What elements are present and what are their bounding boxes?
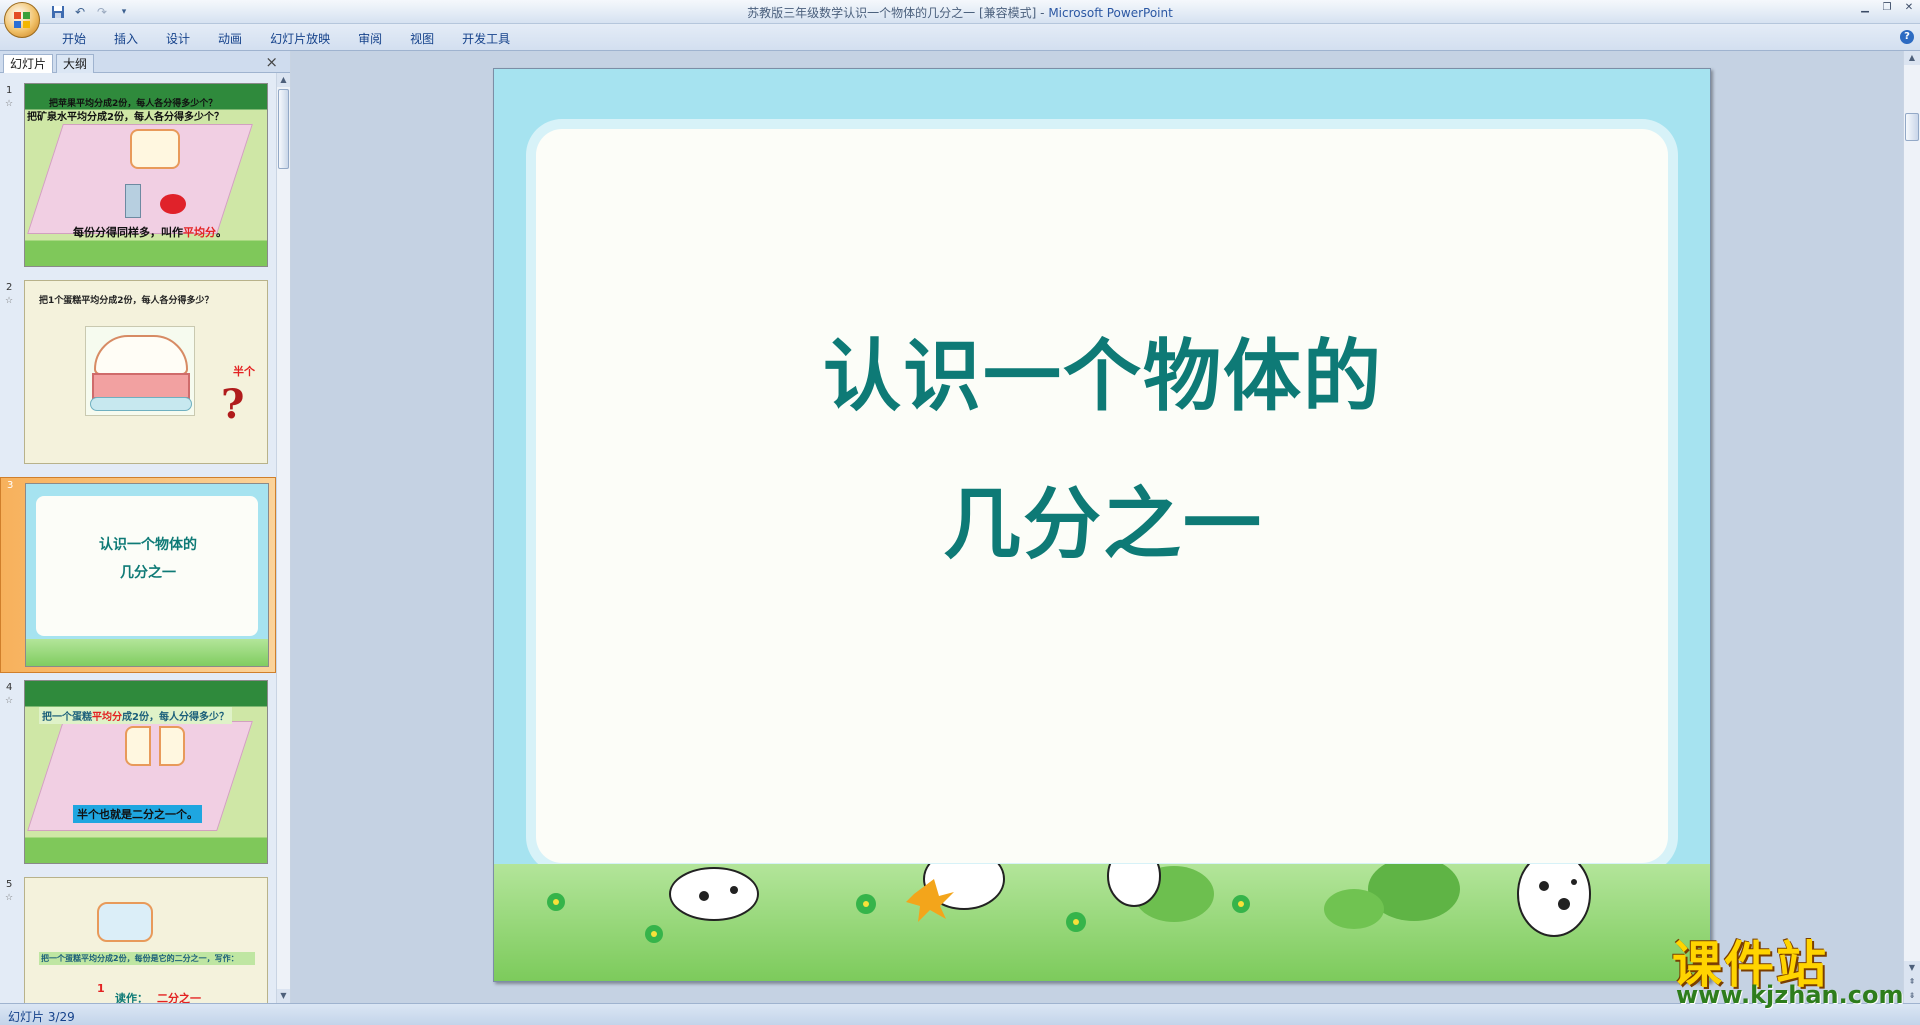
text-part: 把一个蛋糕 — [42, 712, 92, 723]
question-mark: ? — [221, 381, 245, 428]
slide-thumbnail[interactable]: 把苹果平均分成2份，每人各分得多少个？ 把矿泉水平均分成2份，每人各分得多少个？… — [24, 83, 268, 267]
slide-thumbnail[interactable]: 认识一个物体的 几分之一 — [25, 483, 269, 667]
thumb-bottles — [125, 184, 141, 218]
fraction-numerator: 1 — [97, 982, 105, 995]
tab-slides[interactable]: 幻灯片 — [3, 54, 54, 73]
app-name: Microsoft PowerPoint — [1048, 6, 1173, 20]
slide-number: 2 — [6, 282, 13, 293]
thumb-grass — [26, 639, 268, 666]
close-icon[interactable]: ✕ — [1902, 2, 1916, 14]
animation-star-icon: ☆ — [5, 296, 14, 306]
slide-thumbnail-row[interactable]: 1 ☆ 把苹果平均分成2份，每人各分得多少个？ 把矿泉水平均分成2份，每人各分得… — [0, 83, 276, 273]
slide-thumbnail[interactable]: 把一个蛋糕平均分成2份，每份是它的二分之一，写作： 1 读作： 二分之一 — [24, 877, 268, 1003]
scroll-up-icon[interactable]: ▲ — [1904, 51, 1920, 65]
slide-number: 1 — [6, 85, 13, 96]
slide-thumbnail-row-selected[interactable]: 3 认识一个物体的 几分之一 — [0, 477, 276, 673]
slide-canvas: 认识一个物体的 几分之一 — [291, 51, 1903, 1003]
scroll-up-icon[interactable]: ▲ — [277, 73, 290, 87]
ribbon-tabs: 开始 插入 设计 动画 幻灯片放映 审阅 视图 开发工具 — [48, 30, 524, 48]
slide-number: 4 — [6, 682, 13, 693]
scroll-thumb[interactable] — [1905, 113, 1919, 141]
meadow-decoration — [547, 845, 1591, 943]
tab-slideshow[interactable]: 幻灯片放映 — [256, 30, 344, 48]
scroll-thumb[interactable] — [278, 89, 289, 169]
tab-outline[interactable]: 大纲 — [56, 54, 95, 73]
cake-top — [94, 335, 188, 375]
tab-animations[interactable]: 动画 — [204, 30, 256, 48]
tab-review[interactable]: 审阅 — [344, 30, 396, 48]
caption-highlight: 平均分 — [183, 226, 216, 239]
half-label: 半个 — [233, 365, 255, 378]
window-controls: ▁ ❐ ✕ — [1858, 2, 1916, 14]
canvas-scrollbar[interactable]: ▲ ▼ ⇞ ⇟ — [1903, 51, 1920, 1003]
thumb-text: 把一个蛋糕平均分成2份，每份是它的二分之一，写作： — [39, 952, 255, 965]
slide-title-line-1[interactable]: 认识一个物体的 — [494, 314, 1710, 426]
office-logo-icon — [14, 12, 31, 29]
next-slide-icon[interactable]: ⇟ — [1904, 989, 1920, 1003]
read-value: 二分之一 — [157, 992, 201, 1003]
watermark-url: www.kjzhan.com — [1676, 981, 1904, 1009]
thumb-title: 几分之一 — [120, 565, 176, 581]
animation-star-icon: ☆ — [5, 893, 14, 903]
thumb-caption: 每份分得同样多，叫作平均分。 — [73, 224, 227, 240]
thumb-text: 把矿泉水平均分成2份，每人各分得多少个？ — [27, 112, 224, 123]
thumbnail-list: 1 ☆ 把苹果平均分成2份，每人各分得多少个？ 把矿泉水平均分成2份，每人各分得… — [0, 73, 276, 1003]
thumb-cake — [130, 129, 180, 169]
document-title: 苏教版三年级数学认识一个物体的几分之一 [兼容模式] — [747, 6, 1037, 20]
text-part: 成2份，每人分得多少？ — [122, 712, 229, 723]
bush-icon — [1134, 857, 1460, 929]
thumb-caption: 半个也就是二分之一个。 — [73, 805, 202, 823]
slide-thumbnail-row[interactable]: 4 ☆ 把一个蛋糕平均分成2份，每人分得多少？ 半个也就是二分之一个。 — [0, 680, 276, 870]
cake-base — [90, 397, 192, 411]
thumb-text: 把一个蛋糕平均分成2份，每人分得多少？ — [39, 707, 232, 724]
thumb-title: 认识一个物体的 — [99, 537, 197, 553]
slide-number: 5 — [6, 879, 13, 890]
slides-panel: 幻灯片 大纲 × 1 ☆ 把苹果平均分成2份，每人各分得多少个？ 把矿泉水平均分… — [0, 51, 290, 1003]
minimize-icon[interactable]: ▁ — [1858, 2, 1872, 14]
animation-star-icon: ☆ — [5, 696, 14, 706]
caption-period: 。 — [216, 226, 227, 239]
thumb-cake-half — [125, 726, 151, 766]
grass-border — [494, 845, 1710, 981]
tab-design[interactable]: 设计 — [152, 30, 204, 48]
thumb-cake — [85, 326, 195, 416]
tab-insert[interactable]: 插入 — [100, 30, 152, 48]
help-icon[interactable]: ? — [1900, 30, 1914, 44]
title-bar: ↶ ↷ ▾ 苏教版三年级数学认识一个物体的几分之一 [兼容模式] - Micro… — [0, 0, 1920, 38]
close-icon[interactable]: × — [265, 53, 278, 71]
tab-developer[interactable]: 开发工具 — [448, 30, 524, 48]
status-bar: 幻灯片 3/29 — [0, 1003, 1920, 1025]
thumb-cake-half — [159, 726, 185, 766]
caption-text: 每份分得同样多，叫作 — [73, 226, 183, 239]
scroll-down-icon[interactable]: ▼ — [1904, 961, 1920, 975]
restore-icon[interactable]: ❐ — [1880, 2, 1894, 14]
site-watermark: 课件站 www.kjzhan.com — [1670, 925, 1904, 1009]
thumbnail-scrollbar[interactable]: ▲ ▼ — [276, 73, 290, 1003]
cake-body — [92, 373, 190, 399]
previous-slide-icon[interactable]: ⇞ — [1904, 975, 1920, 989]
panel-tabs: 幻灯片 大纲 × — [0, 51, 290, 73]
title-separator: - — [1036, 6, 1049, 20]
thumb-text: 把1个蛋糕平均分成2份，每人各分得多少？ — [39, 296, 214, 306]
thumb-apples — [160, 194, 186, 214]
office-button[interactable] — [4, 2, 40, 38]
current-slide[interactable]: 认识一个物体的 几分之一 — [493, 68, 1711, 982]
tab-home[interactable]: 开始 — [48, 30, 100, 48]
scroll-down-icon[interactable]: ▼ — [277, 989, 290, 1003]
slide-thumbnail[interactable]: 把1个蛋糕平均分成2份，每人各分得多少？ 半个 ? — [24, 280, 268, 464]
slide-title-line-2[interactable]: 几分之一 — [494, 462, 1710, 574]
read-label: 读作： — [115, 992, 148, 1003]
slide-thumbnail-row[interactable]: 5 ☆ 把一个蛋糕平均分成2份，每份是它的二分之一，写作： 1 读作： 二分之一 — [0, 877, 276, 1003]
animation-star-icon: ☆ — [5, 99, 14, 109]
text-highlight: 平均分 — [92, 712, 122, 723]
slide-thumbnail-row[interactable]: 2 ☆ 把1个蛋糕平均分成2份，每人各分得多少？ 半个 ? — [0, 280, 276, 470]
thumb-cake — [97, 902, 153, 942]
slide-counter: 幻灯片 3/29 — [8, 1010, 75, 1024]
ribbon: 开始 插入 设计 动画 幻灯片放映 审阅 视图 开发工具 ? — [0, 24, 1920, 51]
slide-number: 3 — [7, 480, 14, 491]
window-title: 苏教版三年级数学认识一个物体的几分之一 [兼容模式] - Microsoft P… — [0, 4, 1920, 21]
slide-thumbnail[interactable]: 把一个蛋糕平均分成2份，每人分得多少？ 半个也就是二分之一个。 — [24, 680, 268, 864]
tab-view[interactable]: 视图 — [396, 30, 448, 48]
